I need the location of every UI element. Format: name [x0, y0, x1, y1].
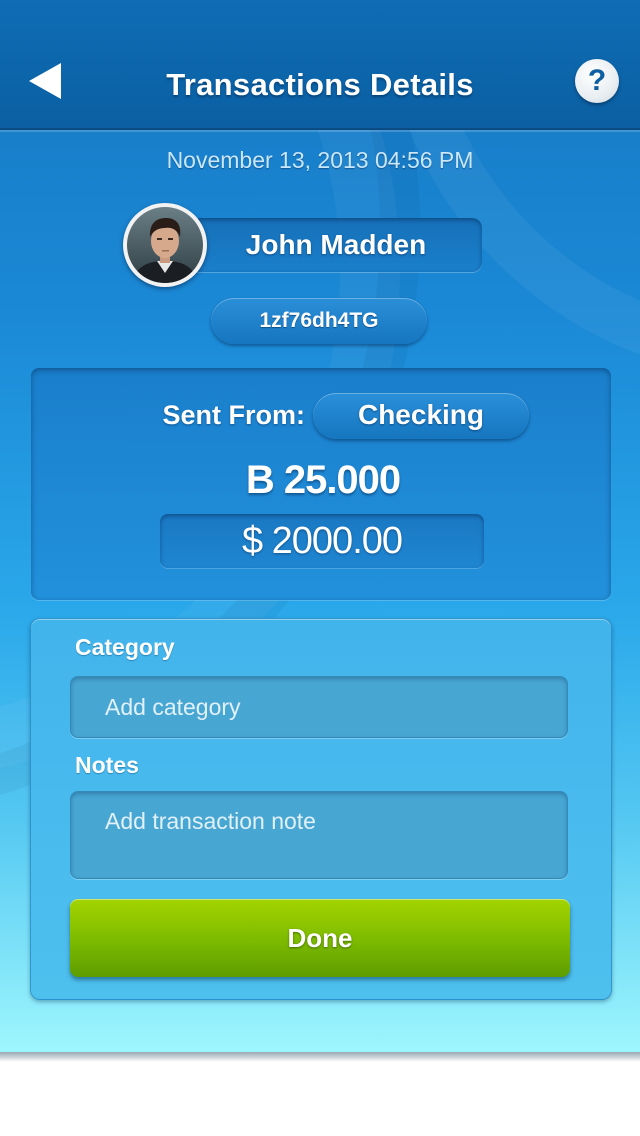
category-input[interactable]: Add category — [70, 676, 568, 738]
screen-bottom-edge — [0, 1052, 640, 1062]
avatar — [123, 203, 207, 287]
page-title: Transactions Details — [166, 67, 474, 102]
transaction-date: November 13, 2013 04:56 PM — [166, 147, 474, 173]
help-button[interactable]: ? — [575, 59, 619, 103]
category-label: Category — [75, 634, 175, 660]
usd-amount: $ 2000.00 — [160, 514, 484, 568]
transaction-id-badge: 1zf76dh4TG — [211, 298, 427, 344]
back-arrow-icon — [29, 63, 61, 99]
contact-name: John Madden — [245, 229, 427, 260]
notes-label: Notes — [75, 752, 139, 778]
done-button[interactable]: Done — [70, 899, 570, 977]
notes-input[interactable]: Add transaction note — [70, 791, 568, 879]
help-icon: ? — [587, 64, 607, 97]
app-screen: Transactions Details ? November 13, 2013… — [0, 0, 640, 1052]
account-selector[interactable]: Checking — [313, 393, 529, 439]
btc-amount: B 25.000 — [245, 458, 401, 502]
avatar-photo-icon — [127, 207, 203, 283]
sent-from-label: Sent From: — [162, 400, 305, 430]
back-button[interactable] — [20, 56, 70, 106]
navigation-bar: Transactions Details ? — [0, 0, 640, 130]
